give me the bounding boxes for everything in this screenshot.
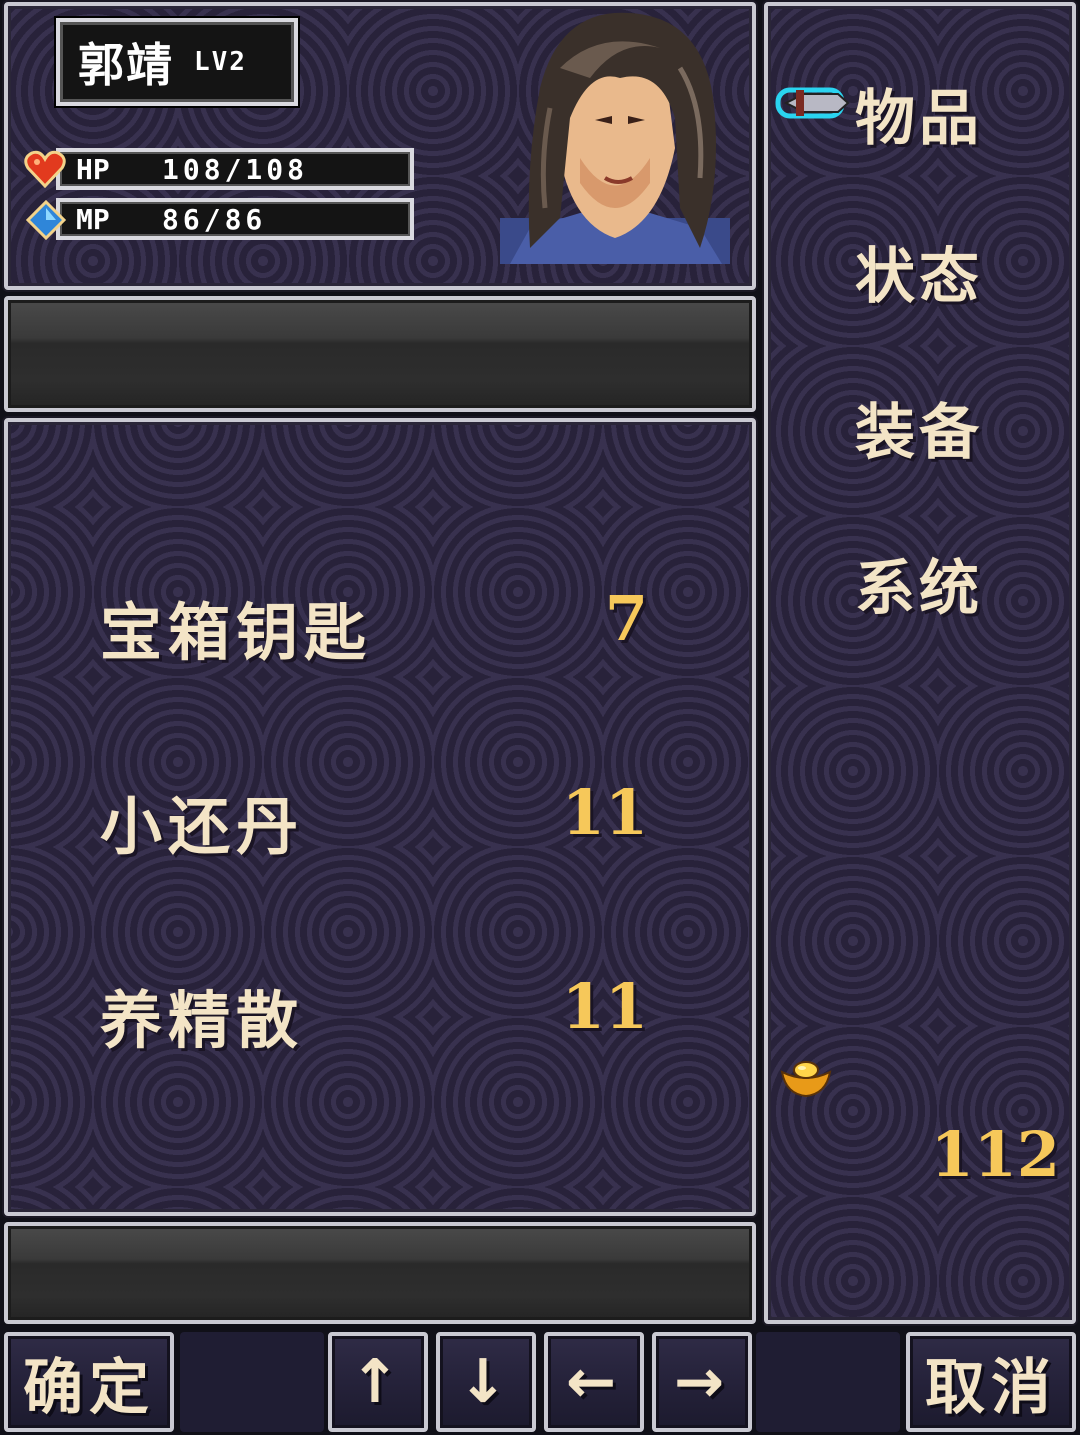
info-bar (4, 1222, 756, 1324)
empty-button-slot (756, 1332, 900, 1432)
menu-item-equipment[interactable]: 装备 (855, 384, 983, 471)
diamond-icon (26, 200, 66, 240)
menu-item-status[interactable]: 状态 (855, 228, 983, 315)
hp-value: 108/108 (162, 152, 309, 186)
right-arrow-button[interactable]: → (652, 1332, 752, 1432)
mp-bar: MP 86/86 (56, 198, 414, 240)
confirm-button[interactable]: 确定 (4, 1332, 174, 1432)
hp-label: HP (76, 152, 110, 186)
heart-icon (24, 150, 66, 188)
left-arrow-button[interactable]: ← (544, 1332, 644, 1432)
item-name: 小还丹 (100, 790, 305, 863)
menu-item-items[interactable]: 物品 (855, 70, 983, 157)
cancel-button[interactable]: 取消 (906, 1332, 1076, 1432)
menu-item-system[interactable]: 系统 (855, 540, 983, 627)
mp-value: 86/86 (162, 202, 267, 236)
empty-button-slot (180, 1332, 324, 1432)
description-bar (4, 296, 756, 412)
sword-cursor-icon (775, 87, 850, 119)
down-arrow-button[interactable]: ↓ (436, 1332, 536, 1432)
item-quantity: 7 (604, 582, 648, 655)
gold-amount: 112 (930, 1118, 1060, 1191)
character-name: 郭靖 (78, 38, 174, 92)
item-quantity: 11 (561, 776, 648, 849)
character-name-box: 郭靖 LV2 (56, 18, 298, 106)
up-arrow-button[interactable]: ↑ (328, 1332, 428, 1432)
character-portrait (500, 12, 730, 264)
item-name: 宝箱钥匙 (100, 596, 373, 669)
mp-label: MP (76, 202, 110, 236)
character-level: LV2 (194, 47, 247, 77)
gold-ingot-icon (780, 1061, 832, 1098)
item-quantity: 11 (561, 970, 648, 1043)
hp-bar: HP 108/108 (56, 148, 414, 190)
item-name: 养精散 (100, 984, 305, 1057)
